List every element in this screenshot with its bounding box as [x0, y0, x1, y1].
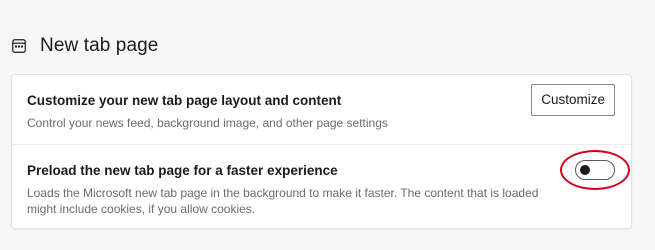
- settings-card: Customize your new tab page layout and c…: [11, 74, 632, 229]
- preload-toggle[interactable]: [575, 160, 615, 180]
- section-header: New tab page: [12, 34, 158, 58]
- setting-description: Control your news feed, background image…: [27, 116, 388, 130]
- setting-title: Preload the new tab page for a faster ex…: [27, 163, 338, 178]
- toggle-knob: [580, 165, 590, 175]
- settings-page: New tab page Customize your new tab page…: [0, 0, 655, 250]
- setting-row-preload: Preload the new tab page for a faster ex…: [12, 145, 631, 229]
- setting-description: Loads the Microsoft new tab page in the …: [27, 186, 539, 216]
- customize-button[interactable]: Customize: [531, 84, 615, 116]
- section-title: New tab page: [40, 35, 159, 56]
- setting-title: Customize your new tab page layout and c…: [27, 93, 342, 108]
- setting-row-customize-layout: Customize your new tab page layout and c…: [12, 75, 631, 145]
- new-tab-page-icon: [12, 39, 26, 53]
